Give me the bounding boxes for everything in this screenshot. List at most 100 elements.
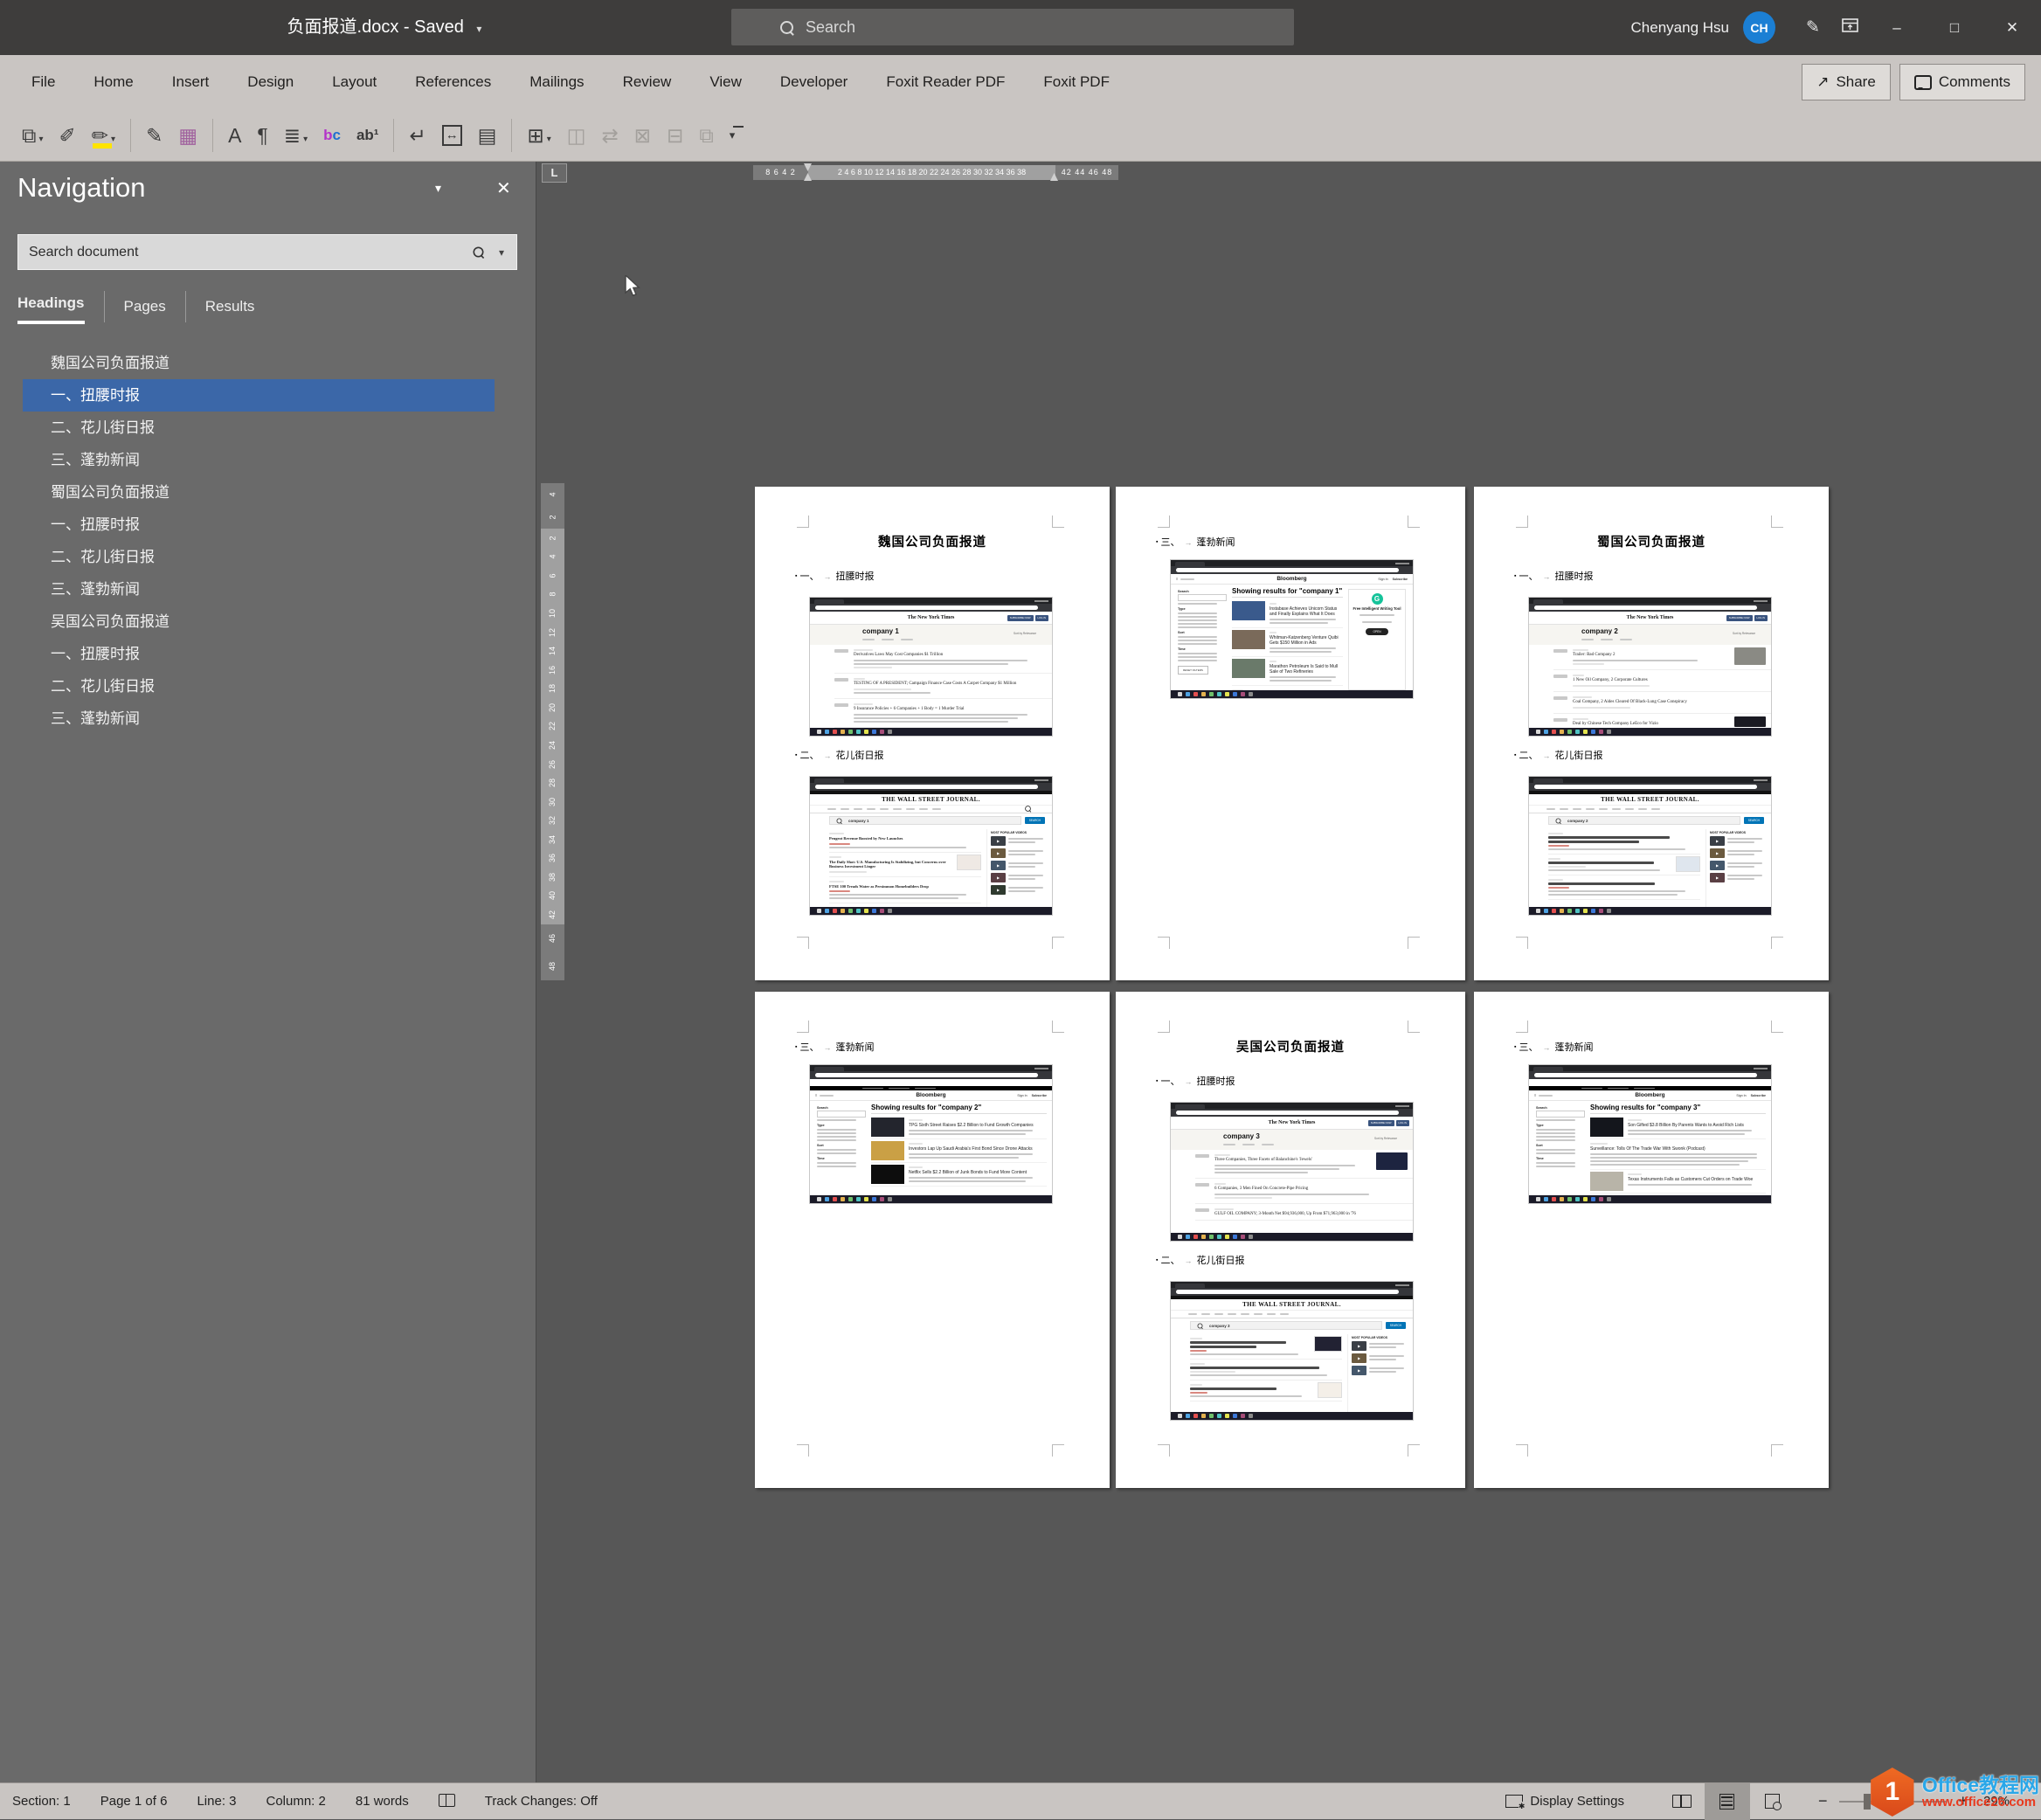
headline: Three Companies, Three Facets of Balanch… (1214, 1158, 1312, 1162)
tab-pages[interactable]: Pages (124, 293, 166, 321)
nav-heading-item[interactable]: 魏国公司负面报道 (23, 347, 495, 379)
document-page[interactable]: 吴国公司负面报道 ▪ 一、 → 扭腰时报 The New York Times SUB… (1116, 992, 1465, 1488)
comments-button[interactable]: Comments (1899, 64, 2025, 100)
ribbon-tab[interactable]: References (396, 55, 510, 109)
ribbon-tab[interactable]: Mailings (510, 55, 603, 109)
numbering-icon: ≣ (283, 123, 301, 147)
ribbon-display-options-icon[interactable] (1831, 17, 1868, 38)
comment-icon (1913, 74, 1932, 90)
paste-button[interactable]: ⧉ ▾ (14, 119, 51, 152)
maximize-button[interactable]: □ (1926, 0, 1983, 55)
table-move-icon: ⇄ (601, 123, 619, 147)
document-page[interactable]: 蜀国公司负面报道 ▪ 一、 → 扭腰时报 The New York Times SUB… (1474, 487, 1829, 980)
embedded-screenshot-bloomberg: ≡ Bloomberg Sign In Subscribe Search Type… (809, 1064, 1053, 1204)
share-icon: ↗ (1816, 73, 1830, 90)
save-button[interactable]: ✎ (138, 119, 170, 152)
web-layout-icon (1765, 1794, 1782, 1810)
more-commands-button[interactable]: ▾ (722, 119, 744, 152)
nav-heading-item[interactable]: 二、花儿街日报 (23, 412, 495, 444)
search-box[interactable]: Search (731, 9, 1294, 45)
status-page[interactable]: Page 1 of 6 (100, 1794, 168, 1809)
one-page-button[interactable]: ▤ (470, 119, 505, 152)
ribbon-tab[interactable]: Review (604, 55, 691, 109)
wsj-masthead: THE WALL STREET JOURNAL. (882, 796, 980, 803)
tab-headings[interactable]: Headings (17, 289, 85, 324)
nav-heading-item[interactable]: 二、花儿街日报 (23, 670, 495, 702)
results-line: Showing results for "company 2" (871, 1104, 1047, 1114)
mouse-cursor (625, 275, 640, 297)
chevron-down-icon[interactable]: ▾ (476, 23, 481, 35)
share-button[interactable]: ↗ Share (1802, 64, 1891, 100)
format-painter-button[interactable]: ✐ (51, 119, 83, 152)
table-button[interactable]: ⊞ ▾ (519, 119, 558, 152)
minimize-button[interactable]: – (1868, 0, 1926, 55)
phonetic-guide-button[interactable]: bc (315, 119, 349, 152)
nav-heading-item[interactable]: 二、花儿街日报 (23, 541, 495, 573)
nav-heading-item[interactable]: 一、扭腰时报 (23, 379, 495, 412)
page-width-button[interactable]: ↔ (434, 120, 470, 151)
font-dialog-button[interactable]: A (220, 119, 249, 152)
close-button[interactable]: ✕ (1983, 0, 2041, 55)
ribbon-tab[interactable]: File (12, 55, 74, 109)
nav-heading-item[interactable]: 蜀国公司负面报道 (23, 476, 495, 509)
document-title[interactable]: 负面报道.docx - Saved ▾ (201, 0, 568, 55)
comments-label: Comments (1938, 73, 2010, 90)
status-line[interactable]: Line: 3 (197, 1794, 236, 1809)
table-move-button: ⇄ (594, 119, 626, 152)
navigation-options-icon[interactable]: ▾ (435, 181, 441, 196)
nav-heading-item[interactable]: 一、扭腰时报 (23, 638, 495, 670)
nav-heading-item[interactable]: 三、蓬勃新闻 (23, 573, 495, 606)
ribbon-tab[interactable]: Developer (761, 55, 868, 109)
search-query: company 3 (1209, 1323, 1230, 1328)
nav-heading-item[interactable]: 三、蓬勃新闻 (23, 702, 495, 735)
search-query: company 2 (1567, 818, 1588, 823)
document-page[interactable]: ▪ 三、 → 蓬勃新闻 ≡ Bloomberg Sign In Subscribe Se… (1474, 992, 1829, 1488)
text-highlight-button[interactable]: ✏ ▾ (84, 119, 123, 152)
insert-picture-button[interactable]: ▦ (170, 119, 205, 152)
ribbon-tab[interactable]: Layout (313, 55, 396, 109)
headline: 6 Companies, 3 Men Fined On Concrete-Pip… (1214, 1187, 1309, 1191)
table-delete-icon: ⊠ (633, 123, 652, 147)
headline: Peugeot Revenue Boosted by New Launches (829, 836, 903, 841)
ink-icon[interactable]: ✎ (1795, 17, 1831, 38)
ribbon-tab[interactable]: Foxit PDF (1024, 55, 1129, 109)
document-page[interactable]: ▪ 三、 → 蓬勃新闻 ≡ Bloomberg Sign In Subscribe Se… (755, 992, 1110, 1488)
document-page[interactable]: 魏国公司负面报道 ▪ 一、 → 扭腰时报 The New York Times SUB… (755, 487, 1110, 980)
proofing-icon[interactable] (438, 1794, 455, 1809)
avatar[interactable]: CH (1743, 11, 1775, 44)
table-split-button: ⊟ (659, 119, 691, 152)
ribbon-tab[interactable]: Insert (153, 55, 229, 109)
status-section[interactable]: Section: 1 (12, 1794, 71, 1809)
embedded-screenshot-bloomberg: ≡ Bloomberg Sign In Subscribe Search Type… (1170, 559, 1414, 699)
ribbon-tab[interactable]: View (690, 55, 761, 109)
ribbon-tab[interactable]: Foxit Reader PDF (867, 55, 1024, 109)
document-canvas: L 8 6 4 2 2 4 6 8 10 12 14 16 18 20 22 2… (536, 162, 2041, 1782)
read-mode-button[interactable] (1659, 1783, 1705, 1820)
page-title: 蜀国公司负面报道 (1597, 536, 1705, 550)
nav-heading-item[interactable]: 三、蓬勃新闻 (23, 444, 495, 476)
user-name[interactable]: Chenyang Hsu (1631, 19, 1729, 37)
tab-results[interactable]: Results (205, 293, 255, 321)
web-layout-button[interactable] (1750, 1783, 1795, 1820)
status-column[interactable]: Column: 2 (266, 1794, 326, 1809)
print-layout-button[interactable] (1704, 1782, 1750, 1820)
footnote-button[interactable]: ab¹ (349, 119, 387, 152)
document-search-input[interactable]: Search document ▾ (17, 234, 517, 270)
tab-mark: → (823, 751, 832, 760)
status-word-count[interactable]: 81 words (356, 1794, 409, 1809)
table-copy-icon: ⧉ (699, 123, 714, 147)
document-page[interactable]: ▪ 三、 → 蓬勃新闻 ≡ Bloomberg Sign In Subscribe Se… (1116, 487, 1465, 980)
close-icon[interactable]: ✕ (496, 177, 511, 199)
paragraph-settings-button[interactable]: ¶ (249, 119, 275, 152)
wrap-text-button[interactable]: ↵ (401, 119, 433, 152)
ribbon-tab[interactable]: Design (228, 55, 313, 109)
numbering-button[interactable]: ≣ ▾ (276, 119, 315, 152)
nav-heading-item[interactable]: 吴国公司负面报道 (23, 606, 495, 638)
tab-selector[interactable]: L (542, 163, 567, 183)
display-settings-button[interactable]: Display Settings (1505, 1794, 1624, 1811)
chevron-down-icon[interactable]: ▾ (499, 246, 504, 259)
status-track-changes[interactable]: Track Changes: Off (485, 1794, 598, 1809)
nav-heading-item[interactable]: 一、扭腰时报 (23, 509, 495, 541)
ribbon-tab[interactable]: Home (74, 55, 152, 109)
zoom-out-button[interactable]: − (1818, 1792, 1828, 1810)
